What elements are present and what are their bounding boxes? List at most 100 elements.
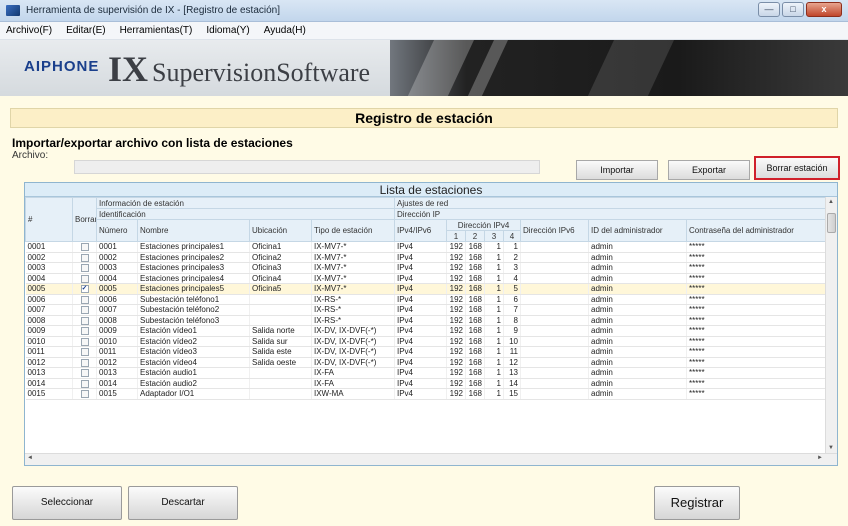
borrar-checkbox[interactable]: [80, 316, 89, 325]
table-row[interactable]: 0015 0015 Adaptador I/O1 IXW-MA IPv4 192 168 1 1…: [25, 388, 829, 400]
table-row[interactable]: 0014 0014 Estación audio2 IX-FA IPv4 192 168 1 1…: [25, 378, 829, 389]
delete-station-button[interactable]: Borrar estación: [754, 156, 840, 180]
borrar-checkbox-cell[interactable]: [72, 273, 97, 284]
borrar-checkbox[interactable]: ✓: [80, 285, 89, 294]
borrar-checkbox[interactable]: [80, 306, 89, 315]
table-row[interactable]: 0012 0012 Estación vídeo4 Salida oeste IX-DV…: [25, 357, 829, 368]
vertical-scrollbar[interactable]: ▲ ▼: [825, 197, 837, 453]
table-row[interactable]: 0002 0002 Estaciones principales2 Oficina2 I…: [25, 252, 829, 263]
discard-button[interactable]: Descartar: [128, 486, 238, 520]
menu-herramientas[interactable]: Herramientas(T): [120, 25, 193, 36]
cell-ipv6: [520, 283, 589, 295]
borrar-checkbox-cell[interactable]: [72, 262, 97, 274]
cell-pw: *****: [686, 294, 829, 305]
borrar-checkbox-cell[interactable]: [72, 367, 97, 379]
borrar-checkbox-cell[interactable]: ✓: [72, 283, 97, 295]
menu-idioma[interactable]: Idioma(Y): [206, 25, 249, 36]
scroll-thumb[interactable]: [827, 213, 836, 233]
borrar-checkbox[interactable]: [80, 379, 89, 388]
borrar-checkbox[interactable]: [80, 295, 89, 304]
cell-idx: 0013: [25, 367, 73, 379]
cell-o4: 10: [503, 336, 521, 347]
scroll-up-icon[interactable]: ▲: [828, 199, 834, 205]
borrar-checkbox-cell[interactable]: [72, 388, 97, 400]
cell-numero: 0007: [96, 304, 138, 316]
menu-ayuda[interactable]: Ayuda(H): [264, 25, 306, 36]
cell-o3: 1: [484, 315, 504, 326]
borrar-checkbox-cell[interactable]: [72, 304, 97, 316]
borrar-checkbox[interactable]: [80, 243, 89, 252]
export-button[interactable]: Exportar: [668, 160, 750, 180]
borrar-checkbox-cell[interactable]: [72, 336, 97, 347]
archivo-input[interactable]: [74, 160, 540, 174]
minimize-button[interactable]: —: [758, 2, 780, 17]
cell-o1: 192: [446, 346, 466, 358]
cell-admin: admin: [588, 388, 687, 400]
table-row[interactable]: 0007 0007 Subestación teléfono2 IX-RS-* IPv4…: [25, 304, 829, 316]
cell-o4: 12: [503, 357, 521, 368]
cell-o1: 192: [446, 273, 466, 284]
cell-o1: 192: [446, 283, 466, 295]
cell-pw: *****: [686, 367, 829, 379]
cell-numero: 0015: [96, 388, 138, 400]
cell-nombre: Estaciones principales5: [137, 283, 250, 295]
borrar-checkbox-cell[interactable]: [72, 294, 97, 305]
cell-o2: 168: [465, 315, 485, 326]
borrar-checkbox-cell[interactable]: [72, 357, 97, 368]
cell-ip: IPv4: [394, 367, 447, 379]
cell-numero: 0013: [96, 367, 138, 379]
table-row[interactable]: 0011 0011 Estación vídeo3 Salida este IX-DV,…: [25, 346, 829, 358]
table-row[interactable]: 0013 0013 Estación audio1 IX-FA IPv4 192 168 1 1…: [25, 367, 829, 379]
cell-numero: 0003: [96, 262, 138, 274]
col-borrar: Borrar: [72, 197, 97, 242]
import-button[interactable]: Importar: [576, 160, 658, 180]
menu-archivo[interactable]: Archivo(F): [6, 25, 52, 36]
table-row[interactable]: 0004 0004 Estaciones principales4 Oficina4 I…: [25, 273, 829, 284]
col-direccion-ipv4: Dirección IPv4: [446, 219, 521, 231]
table-row[interactable]: 0010 0010 Estación vídeo2 Salida sur IX-DV, …: [25, 336, 829, 347]
cell-ip: IPv4: [394, 325, 447, 337]
borrar-checkbox[interactable]: [80, 369, 89, 378]
borrar-checkbox[interactable]: [80, 327, 89, 336]
table-row[interactable]: 0003 0003 Estaciones principales3 Oficina3 I…: [25, 262, 829, 274]
cell-o3: 1: [484, 325, 504, 337]
cell-nombre: Estaciones principales1: [137, 241, 250, 253]
borrar-checkbox-cell[interactable]: [72, 241, 97, 253]
scroll-down-icon[interactable]: ▼: [828, 445, 834, 451]
cell-numero: 0012: [96, 357, 138, 368]
scroll-right-icon[interactable]: ►: [817, 455, 823, 461]
cell-admin: admin: [588, 367, 687, 379]
table-row[interactable]: 0005 ✓ 0005 Estaciones principales5 Oficina5…: [25, 283, 829, 295]
borrar-checkbox[interactable]: [80, 348, 89, 357]
select-button[interactable]: Seleccionar: [12, 486, 122, 520]
cell-o4: 7: [503, 304, 521, 316]
borrar-checkbox[interactable]: [80, 274, 89, 283]
cell-o2: 168: [465, 346, 485, 358]
borrar-checkbox-cell[interactable]: [72, 378, 97, 389]
menu-editar[interactable]: Editar(E): [66, 25, 105, 36]
borrar-checkbox-cell[interactable]: [72, 315, 97, 326]
cell-nombre: Subestación teléfono1: [137, 294, 250, 305]
close-button[interactable]: x: [806, 2, 842, 17]
maximize-button[interactable]: □: [782, 2, 804, 17]
borrar-checkbox[interactable]: [80, 253, 89, 262]
table-row[interactable]: 0008 0008 Subestación teléfono3 IX-RS-* IPv4…: [25, 315, 829, 326]
brand-ix: IX: [108, 49, 149, 89]
table-row[interactable]: 0006 0006 Subestación teléfono1 IX-RS-* IPv4…: [25, 294, 829, 305]
horizontal-scrollbar[interactable]: ◄ ►: [25, 453, 837, 465]
cell-nombre: Estaciones principales4: [137, 273, 250, 284]
borrar-checkbox[interactable]: [80, 264, 89, 273]
cell-o2: 168: [465, 336, 485, 347]
borrar-checkbox[interactable]: [80, 358, 89, 367]
table-row[interactable]: 0001 0001 Estaciones principales1 Oficina1 I…: [25, 241, 829, 253]
borrar-checkbox-cell[interactable]: [72, 325, 97, 337]
register-button[interactable]: Registrar: [654, 486, 740, 520]
borrar-checkbox[interactable]: [80, 390, 89, 399]
cell-idx: 0011: [25, 346, 73, 358]
cell-ipv6: [520, 241, 589, 253]
borrar-checkbox[interactable]: [80, 337, 89, 346]
scroll-left-icon[interactable]: ◄: [27, 455, 33, 461]
borrar-checkbox-cell[interactable]: [72, 252, 97, 263]
table-row[interactable]: 0009 0009 Estación vídeo1 Salida norte IX-DV…: [25, 325, 829, 337]
borrar-checkbox-cell[interactable]: [72, 346, 97, 358]
